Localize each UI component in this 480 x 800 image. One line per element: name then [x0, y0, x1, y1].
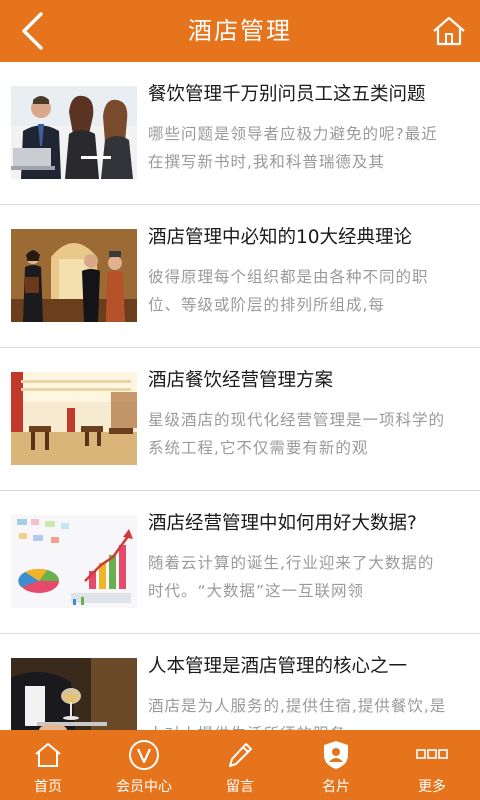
top-bar: 酒店管理	[0, 0, 480, 62]
article-summary: 酒店是为人服务的,提供住宿,提供餐饮,是人对人提供生活所须的服务	[148, 697, 447, 730]
tab-label: 留言	[226, 779, 254, 795]
hotel-staff-photo	[11, 229, 137, 322]
article-list: 餐饮管理千万别问员工这五类问题 哪些问题是领导者应极力避免的呢?最近在撰写新书时…	[0, 62, 480, 730]
home-icon	[433, 16, 465, 46]
article-summary: 彼得原理每个组织都是由各种不同的职位、等级或阶层的排列所组成,每	[148, 268, 429, 314]
article-item[interactable]: 酒店餐饮经营管理方案 星级酒店的现代化经营管理是一项科学的系统工程,它不仅需要有…	[0, 348, 480, 491]
article-item[interactable]: 酒店管理中必知的10大经典理论 彼得原理每个组织都是由各种不同的职位、等级或阶层…	[0, 205, 480, 348]
tab-label: 名片	[322, 779, 350, 795]
tab-member-center[interactable]: 会员中心	[96, 730, 192, 800]
article-title: 酒店经营管理中如何用好大数据?	[148, 513, 417, 534]
article-title: 餐饮管理千万别问员工这五类问题	[148, 84, 426, 105]
page-title: 酒店管理	[188, 17, 292, 45]
tab-message[interactable]: 留言	[192, 730, 288, 800]
card-shield-icon	[324, 741, 348, 769]
waiter-serving-photo	[11, 658, 137, 730]
tab-more[interactable]: 更多	[384, 730, 480, 800]
article-title: 酒店餐饮经营管理方案	[148, 370, 334, 391]
article-item[interactable]: 餐饮管理千万别问员工这五类问题 哪些问题是领导者应极力避免的呢?最近在撰写新书时…	[0, 62, 480, 205]
article-item[interactable]: 酒店经营管理中如何用好大数据? 随着云计算的诞生,行业迎来了大数据的时代。“大数…	[0, 491, 480, 634]
article-summary: 星级酒店的现代化经营管理是一项科学的系统工程,它不仅需要有新的观	[148, 411, 446, 457]
article-summary: 哪些问题是领导者应极力避免的呢?最近在撰写新书时,我和科普瑞德及其	[148, 125, 438, 171]
tab-label: 更多	[418, 779, 446, 795]
home-button[interactable]	[426, 8, 472, 54]
business-meeting-photo	[11, 86, 137, 179]
tab-label: 首页	[34, 779, 62, 795]
article-item[interactable]: 人本管理是酒店管理的核心之一 酒店是为人服务的,提供住宿,提供餐饮,是人对人提供…	[0, 634, 480, 730]
bottom-tab-bar: 首页 会员中心 留言 名片 更多	[0, 730, 480, 800]
home-icon	[35, 743, 61, 767]
more-grid-icon	[416, 749, 448, 759]
tab-home[interactable]: 首页	[0, 730, 96, 800]
article-title: 人本管理是酒店管理的核心之一	[148, 656, 408, 677]
article-summary: 随着云计算的诞生,行业迎来了大数据的时代。“大数据”这一互联网领	[148, 554, 435, 600]
restaurant-interior-photo	[11, 372, 137, 465]
article-title: 酒店管理中必知的10大经典理论	[148, 227, 413, 248]
data-charts-photo	[11, 515, 137, 608]
tab-label: 会员中心	[116, 779, 172, 795]
pencil-icon	[229, 743, 252, 767]
app-root: 酒店管理 餐饮管理千万别问员工这五类问题 哪些问题是领导者应极力避免的呢?最近在…	[0, 0, 480, 800]
member-v-icon	[129, 740, 159, 770]
tab-business-card[interactable]: 名片	[288, 730, 384, 800]
